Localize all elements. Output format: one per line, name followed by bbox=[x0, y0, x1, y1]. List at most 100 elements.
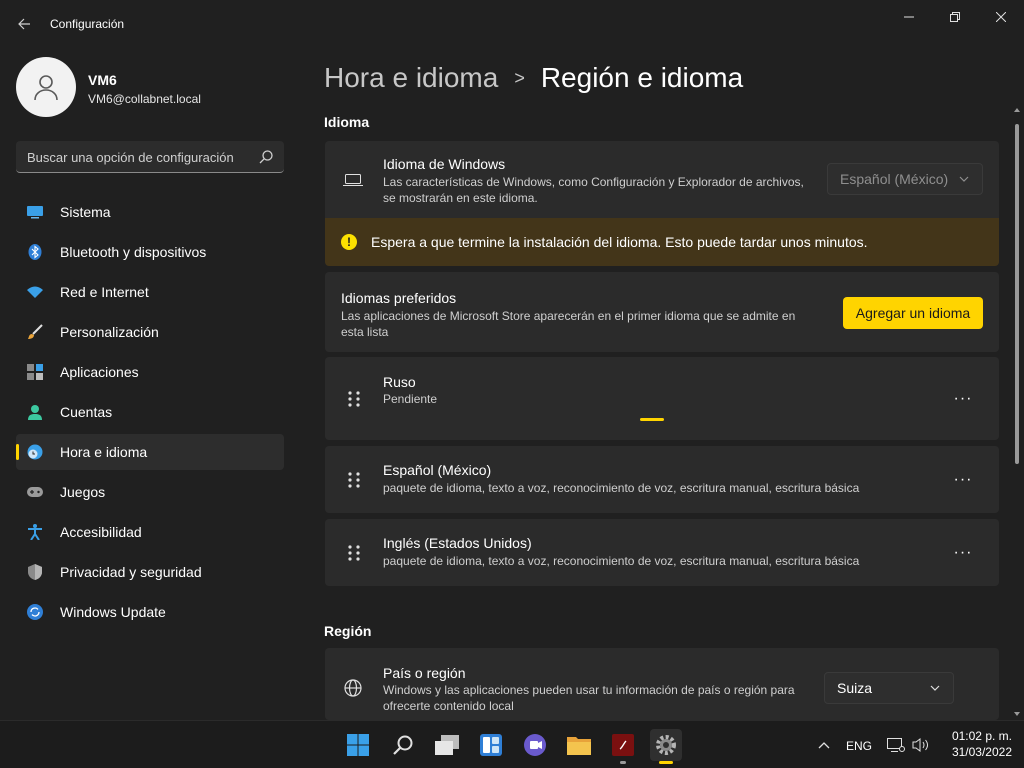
restore-button[interactable] bbox=[932, 6, 978, 28]
sidebar-item-aplicaciones[interactable]: Aplicaciones bbox=[16, 354, 284, 390]
more-options-button[interactable]: ··· bbox=[949, 539, 977, 567]
sidebar-item-label: Juegos bbox=[60, 484, 106, 500]
sidebar-item-label: Privacidad y seguridad bbox=[60, 564, 202, 580]
language-item-ruso[interactable]: Ruso Pendiente ··· bbox=[325, 357, 999, 440]
scroll-thumb[interactable] bbox=[1015, 124, 1019, 464]
section-title-idioma: Idioma bbox=[324, 114, 370, 130]
search-placeholder: Buscar una opción de configuración bbox=[27, 150, 234, 165]
warning-text: Espera a que termine la instalación del … bbox=[371, 234, 868, 250]
search-icon bbox=[393, 735, 413, 755]
more-options-button[interactable]: ··· bbox=[949, 466, 977, 494]
volume-button[interactable] bbox=[909, 729, 933, 761]
card-description: se mostrarán en este idioma. bbox=[383, 191, 538, 205]
start-button[interactable] bbox=[342, 729, 374, 761]
sidebar-nav: Sistema Bluetooth y dispositivos Red e I… bbox=[16, 194, 284, 634]
card-description: esta lista bbox=[341, 325, 389, 339]
card-description: ofrecerte contenido local bbox=[383, 699, 514, 713]
windows-language-card: Idioma de Windows Las características de… bbox=[325, 141, 999, 218]
dropdown-value: Español (México) bbox=[840, 171, 949, 187]
language-detail: paquete de idioma, texto a voz, reconoci… bbox=[383, 554, 860, 568]
install-progress-indicator bbox=[640, 418, 664, 421]
language-item-ingles[interactable]: Inglés (Estados Unidos) paquete de idiom… bbox=[325, 519, 999, 586]
language-detail: paquete de idioma, texto a voz, reconoci… bbox=[383, 481, 860, 495]
sidebar-item-juegos[interactable]: Juegos bbox=[16, 474, 284, 510]
chat-button[interactable] bbox=[519, 729, 551, 761]
more-options-button[interactable]: ··· bbox=[949, 385, 977, 413]
scroll-up-icon[interactable] bbox=[1013, 106, 1021, 114]
sidebar-item-sistema[interactable]: Sistema bbox=[16, 194, 284, 230]
chevron-up-icon bbox=[818, 742, 830, 749]
language-name: Inglés (Estados Unidos) bbox=[383, 535, 532, 551]
back-arrow-icon bbox=[18, 18, 30, 30]
sidebar-item-red[interactable]: Red e Internet bbox=[16, 274, 284, 310]
breadcrumb-parent[interactable]: Hora e idioma bbox=[324, 62, 498, 94]
sidebar-item-bluetooth[interactable]: Bluetooth y dispositivos bbox=[16, 234, 284, 270]
warning-icon: ! bbox=[341, 234, 357, 250]
restore-icon bbox=[950, 12, 960, 22]
task-view-icon bbox=[435, 735, 459, 755]
country-dropdown[interactable]: Suiza bbox=[824, 672, 954, 704]
taskbar-search-button[interactable] bbox=[387, 729, 419, 761]
card-title: Idiomas preferidos bbox=[341, 290, 457, 306]
app-title: Configuración bbox=[50, 17, 125, 31]
gamepad-icon bbox=[27, 484, 43, 500]
breadcrumb-separator: > bbox=[514, 67, 525, 88]
main-scrollbar[interactable] bbox=[1013, 106, 1021, 718]
sidebar-item-label: Windows Update bbox=[60, 604, 166, 620]
chevron-down-icon bbox=[930, 685, 940, 691]
clock-date: 31/03/2022 bbox=[951, 745, 1012, 759]
show-hidden-icons-button[interactable] bbox=[812, 729, 836, 761]
drag-handle-icon[interactable] bbox=[347, 390, 361, 408]
language-indicator[interactable]: ENG bbox=[846, 739, 872, 753]
widgets-button[interactable] bbox=[475, 729, 507, 761]
sidebar-item-privacidad[interactable]: Privacidad y seguridad bbox=[16, 554, 284, 590]
search-icon bbox=[259, 150, 273, 164]
sidebar-item-personalizacion[interactable]: Personalización bbox=[16, 314, 284, 350]
sidebar-item-accesibilidad[interactable]: Accesibilidad bbox=[16, 514, 284, 550]
settings-search-input[interactable]: Buscar una opción de configuración bbox=[16, 141, 284, 173]
shield-icon bbox=[27, 564, 43, 580]
network-button[interactable] bbox=[884, 729, 908, 761]
active-indicator bbox=[659, 761, 673, 764]
laptop-icon bbox=[343, 170, 363, 190]
settings-taskbar-button[interactable] bbox=[650, 729, 682, 764]
file-explorer-button[interactable] bbox=[563, 729, 595, 761]
language-item-espanol[interactable]: Español (México) paquete de idioma, text… bbox=[325, 446, 999, 513]
page-title: Región e idioma bbox=[540, 62, 744, 93]
drag-handle-icon[interactable] bbox=[347, 544, 361, 562]
language-detail: Pendiente bbox=[383, 392, 438, 406]
sidebar-item-label: Red e Internet bbox=[60, 284, 149, 300]
card-title: Idioma de Windows bbox=[383, 156, 506, 172]
drag-handle-icon[interactable] bbox=[347, 471, 361, 489]
sidebar-item-cuentas[interactable]: Cuentas bbox=[16, 394, 284, 430]
task-view-button[interactable] bbox=[431, 729, 463, 761]
minimize-button[interactable] bbox=[886, 6, 932, 28]
close-icon bbox=[996, 12, 1006, 22]
sidebar-item-label: Sistema bbox=[60, 204, 111, 220]
chat-icon bbox=[524, 734, 546, 756]
sidebar-item-label: Aplicaciones bbox=[60, 364, 139, 380]
taskbar: ENG bbox=[0, 720, 1024, 768]
accessibility-icon bbox=[27, 524, 43, 540]
user-profile[interactable]: VM6 VM6@collabnet.local bbox=[16, 57, 286, 117]
bluetooth-icon bbox=[27, 244, 43, 260]
add-language-button[interactable]: Agregar un idioma bbox=[843, 297, 983, 329]
sidebar-item-windows-update[interactable]: Windows Update bbox=[16, 594, 284, 630]
windows-language-dropdown[interactable]: Español (México) bbox=[827, 163, 983, 195]
volume-icon bbox=[912, 738, 928, 752]
back-button[interactable] bbox=[12, 12, 36, 36]
sidebar-item-hora-idioma[interactable]: Hora e idioma bbox=[16, 434, 284, 470]
globe-icon bbox=[343, 678, 363, 698]
taskbar-clock[interactable]: 01:02 p. m. 31/03/2022 bbox=[942, 728, 1012, 760]
country-region-card: País o región Windows y las aplicaciones… bbox=[325, 648, 999, 720]
scroll-down-icon[interactable] bbox=[1013, 710, 1021, 718]
avatar bbox=[16, 57, 76, 117]
sidebar-item-label: Hora e idioma bbox=[60, 444, 148, 460]
sidebar-item-label: Bluetooth y dispositivos bbox=[60, 244, 207, 260]
card-description: Las características de Windows, como Con… bbox=[383, 175, 804, 189]
app-button[interactable] bbox=[607, 729, 639, 764]
sidebar-item-label: Personalización bbox=[60, 324, 159, 340]
close-button[interactable] bbox=[978, 6, 1024, 28]
time-language-icon bbox=[27, 444, 43, 460]
section-title-region: Región bbox=[324, 623, 372, 639]
